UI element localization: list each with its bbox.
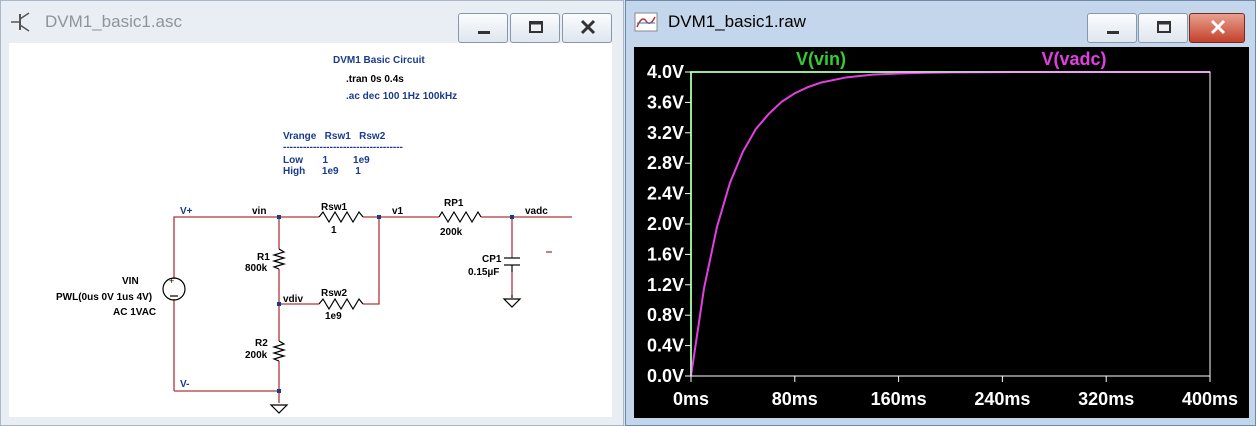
r2-value-label[interactable]: 200k: [245, 350, 268, 361]
waveform-close-button[interactable]: [1189, 13, 1245, 43]
ac-directive[interactable]: .ac dec 100 1Hz 100kHz: [346, 91, 457, 102]
waveform-plot-pane[interactable]: 0.0V 0.4V 0.8V 1.2V 1.6V 2.0V 2.4V 2.8V 3.2V 3.6V…: [634, 47, 1249, 418]
x-tick-label: 0ms: [673, 389, 709, 409]
svg-text:+: +: [169, 276, 174, 286]
rsw2-value-label[interactable]: 1e9: [325, 311, 342, 322]
r1-name-label[interactable]: R1: [257, 252, 270, 263]
y-tick-label: 1.2V: [647, 275, 684, 295]
trace-v-vadc[interactable]: [690, 71, 1210, 377]
vin-voltage-source[interactable]: +: [162, 276, 186, 301]
net-label-vplus[interactable]: V+: [180, 206, 193, 217]
y-tick-label: 0.8V: [647, 305, 684, 325]
trace-label-0[interactable]: V(vin): [796, 49, 846, 69]
y-tick-label: 2.8V: [647, 153, 684, 173]
ground-symbol: [269, 295, 522, 414]
rp1-value-label[interactable]: 200k: [440, 227, 463, 238]
comment-table-row-low: Low 1 1e9: [283, 155, 370, 166]
tran-directive[interactable]: .tran 0s 0.4s: [346, 74, 404, 85]
schematic-app-icon: [11, 12, 30, 32]
x-tick-label: 320ms: [1078, 389, 1134, 409]
waveform-app-icon: [634, 12, 658, 32]
net-label-v1[interactable]: v1: [392, 206, 404, 217]
net-label-vdiv[interactable]: vdiv: [283, 294, 303, 305]
rsw2-name-label[interactable]: Rsw2: [321, 288, 348, 299]
net-label-vadc[interactable]: vadc: [525, 206, 548, 217]
x-tick-label: 240ms: [974, 389, 1030, 409]
waveform-maximize-button[interactable]: [1138, 13, 1188, 43]
y-tick-label: 1.6V: [647, 244, 684, 264]
net-label-vminus[interactable]: V-: [180, 379, 189, 390]
y-tick-label: 4.0V: [647, 62, 684, 82]
rsw1-resistor[interactable]: [318, 210, 364, 224]
schematic-maximize-button[interactable]: [510, 13, 560, 43]
y-tick-label: 2.0V: [647, 214, 684, 234]
waveform-titlebar[interactable]: DVM1_basic1.raw: [626, 1, 1255, 43]
waveform-chart[interactable]: 0.0V 0.4V 0.8V 1.2V 1.6V 2.0V 2.4V 2.8V 3.2V 3.6V…: [634, 47, 1249, 418]
vin-value-label[interactable]: PWL(0us 0V 1us 4V): [56, 292, 152, 303]
cp1-value-label[interactable]: 0.15µF: [468, 267, 499, 278]
comment-table-row-high: High 1e9 1: [283, 166, 361, 177]
close-icon: [1210, 19, 1226, 35]
rsw2-resistor[interactable]: [318, 297, 364, 311]
comment-table-header: Vrange Rsw1 Rsw2: [283, 131, 386, 142]
waveform-minimize-button[interactable]: [1087, 13, 1137, 43]
x-tick-label: 80ms: [772, 389, 818, 409]
schematic-window[interactable]: DVM1_basic1.asc DVM1 Basic Circuit .tran…: [0, 0, 624, 426]
schematic-titlebar[interactable]: DVM1_basic1.asc: [1, 1, 623, 43]
rp1-name-label[interactable]: RP1: [444, 198, 464, 209]
x-tick-label: 400ms: [1182, 389, 1238, 409]
rsw1-name-label[interactable]: Rsw1: [321, 202, 348, 213]
minimize-icon: [1107, 31, 1119, 34]
r2-resistor[interactable]: [271, 340, 287, 362]
minimize-icon: [478, 31, 490, 34]
plot-area-border: [690, 71, 1211, 377]
y-tick-label: 2.4V: [647, 184, 684, 204]
maximize-icon: [1157, 21, 1171, 33]
y-tick-label: 0.0V: [647, 366, 684, 386]
schematic-heading: DVM1 Basic Circuit: [333, 55, 425, 66]
y-tick-label: 0.4V: [647, 336, 684, 356]
y-tick-label: 3.6V: [647, 92, 684, 112]
wires[interactable]: [173, 216, 572, 403]
schematic-minimize-button[interactable]: [458, 13, 508, 43]
net-label-vin[interactable]: vin: [252, 206, 266, 217]
trace-v-vin[interactable]: [690, 71, 1210, 377]
schematic-window-title: DVM1_basic1.asc: [45, 12, 183, 31]
maximize-icon: [529, 21, 543, 33]
rsw1-value-label[interactable]: 1: [331, 225, 337, 236]
waveform-window[interactable]: DVM1_basic1.raw 0.0V 0.4V 0.8V 1.2V 1.6V 2.0V…: [625, 0, 1256, 426]
y-tick-label: 3.2V: [647, 123, 684, 143]
waveform-window-title: DVM1_basic1.raw: [668, 12, 806, 31]
r2-name-label[interactable]: R2: [255, 338, 268, 349]
vin-ac-label[interactable]: AC 1VAC: [113, 307, 156, 318]
vin-name-label[interactable]: VIN: [122, 276, 139, 287]
cp1-name-label[interactable]: CP1: [482, 254, 502, 265]
comment-table-rule: ------------------------------------: [283, 142, 403, 153]
x-tick-label: 160ms: [871, 389, 927, 409]
schematic-close-button[interactable]: [562, 13, 612, 43]
r1-resistor[interactable]: [271, 248, 287, 270]
schematic-canvas[interactable]: DVM1 Basic Circuit .tran 0s 0.4s .ac dec…: [9, 43, 612, 417]
trace-label-1[interactable]: V(vadc): [1041, 49, 1106, 69]
rp1-resistor[interactable]: [438, 210, 482, 224]
close-icon: [580, 19, 596, 35]
cp1-capacitor[interactable]: [504, 257, 520, 272]
schematic-drawing[interactable]: DVM1 Basic Circuit .tran 0s 0.4s .ac dec…: [9, 43, 612, 417]
r1-value-label[interactable]: 800k: [245, 263, 268, 274]
